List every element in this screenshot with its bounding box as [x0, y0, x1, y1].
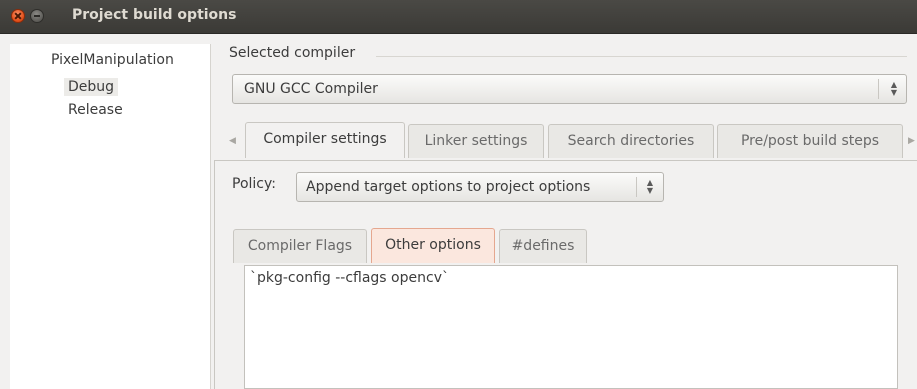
selected-compiler-label: Selected compiler: [229, 45, 356, 61]
policy-select-value: Append target options to project options: [306, 179, 591, 195]
build-target-tree[interactable]: PixelManipulation Debug Release: [10, 44, 211, 389]
policy-label: Policy:: [232, 176, 276, 192]
compiler-select-value: GNU GCC Compiler: [244, 81, 378, 97]
titlebar: Project build options: [0, 0, 917, 34]
project-build-options-window: Project build options PixelManipulation …: [0, 0, 917, 389]
updown-arrows-icon: ▲ ▼: [890, 80, 898, 97]
tab-pre-post-build-steps[interactable]: Pre/post build steps: [717, 124, 903, 158]
minimize-icon[interactable]: [30, 9, 44, 23]
updown-arrows-icon: ▲ ▼: [646, 178, 654, 195]
compiler-select[interactable]: GNU GCC Compiler ▲ ▼: [232, 74, 907, 104]
tree-item-release[interactable]: Release: [68, 102, 123, 118]
tab-other-options[interactable]: Other options: [371, 228, 495, 263]
tab-scroll-right-icon[interactable]: ▶: [908, 136, 915, 146]
other-options-textarea[interactable]: `pkg-config --cflags opencv`: [244, 265, 898, 389]
window-title: Project build options: [72, 7, 237, 23]
other-options-text: `pkg-config --cflags opencv`: [250, 270, 449, 286]
group-divider: [376, 56, 907, 57]
tree-item-debug[interactable]: Debug: [64, 78, 119, 96]
tab-defines[interactable]: #defines: [499, 229, 587, 263]
tab-search-directories[interactable]: Search directories: [548, 124, 714, 158]
tab-compiler-flags[interactable]: Compiler Flags: [233, 229, 367, 263]
tab-scroll-left-icon[interactable]: ◀: [229, 136, 236, 146]
tab-linker-settings[interactable]: Linker settings: [408, 124, 544, 158]
policy-select[interactable]: Append target options to project options…: [296, 172, 664, 202]
combo-separator: [878, 79, 879, 99]
combo-separator: [636, 177, 637, 197]
close-icon[interactable]: [11, 9, 25, 23]
tree-item-project[interactable]: PixelManipulation: [51, 52, 174, 68]
tab-compiler-settings[interactable]: Compiler settings: [245, 122, 405, 158]
